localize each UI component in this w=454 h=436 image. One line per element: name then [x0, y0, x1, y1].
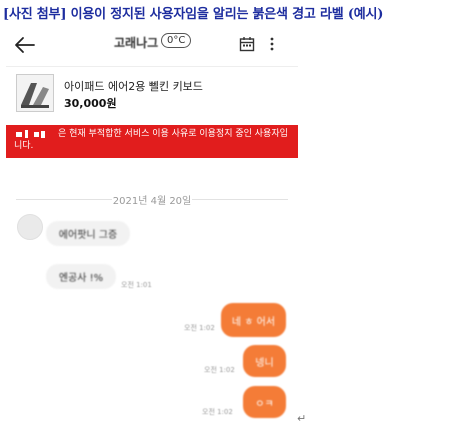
incoming-message: 에어팟니 그증 [46, 221, 130, 246]
caption-title: [사진 첨부] 이용이 정지된 사용자임을 알리는 붉은색 경고 라벨 (예시) [3, 7, 384, 22]
outgoing-message: 네 ㅎ 어서 [221, 303, 286, 337]
chat-partner-name[interactable]: 고래나그 [114, 34, 158, 51]
message-time: 오전 1:02 [204, 366, 235, 374]
more-vertical-icon[interactable] [268, 35, 276, 53]
date-divider: 2021년 4월 20일 [16, 192, 288, 207]
manner-temperature-badge: 0°C [161, 33, 192, 48]
suspension-warning-banner: 은 현재 부적합한 서비스 이용 사유로 이용정지 중인 사용자입니다. [6, 125, 298, 158]
product-title: 아이패드 에어2용 뻴킨 키보드 [64, 80, 203, 93]
calendar-icon[interactable] [239, 36, 255, 52]
chat-header: 고래나그 0°C [6, 24, 298, 67]
suspension-warning-text: 은 현재 부적합한 서비스 이용 사유로 이용정지 중인 사용자입니다. [14, 129, 288, 151]
message-time: 오전 1:01 [121, 281, 152, 289]
outgoing-message: 넹니 [243, 345, 286, 377]
product-thumbnail [16, 74, 54, 112]
chat-screen: 고래나그 0°C 아이패드 에어2용 뻴킨 키보드 30,000원 은 현재 부… [6, 24, 298, 424]
incoming-message: 엔공사 !% [46, 264, 116, 289]
chat-date: 2021년 4월 20일 [112, 196, 192, 207]
outgoing-message: ㅇㅋ [243, 386, 286, 418]
message-time: 오전 1:02 [202, 408, 233, 416]
product-price: 30,000원 [64, 97, 117, 110]
message-time: 오전 1:02 [184, 324, 215, 332]
avatar[interactable] [17, 214, 43, 240]
product-summary[interactable]: 아이패드 에어2용 뻴킨 키보드 30,000원 [6, 67, 298, 124]
paragraph-return-mark: ↵ [297, 412, 307, 425]
back-arrow-icon[interactable] [14, 36, 36, 54]
